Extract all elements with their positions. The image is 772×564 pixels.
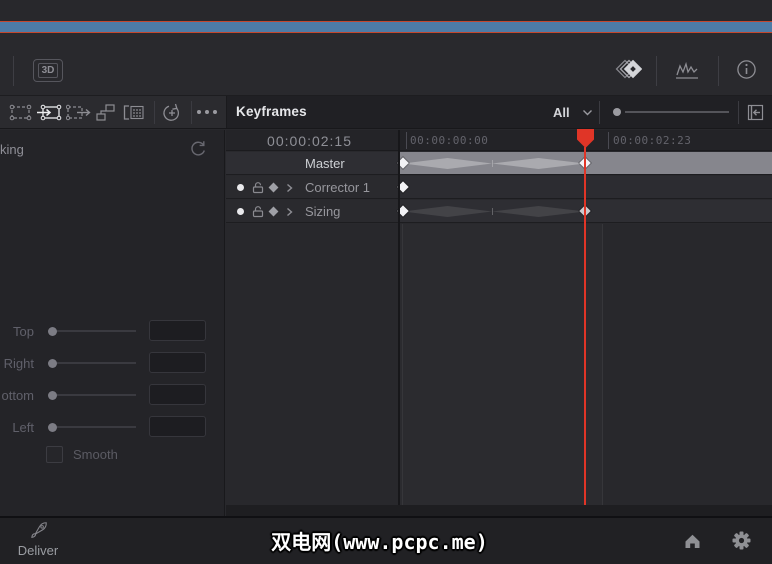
slider-label-bottom: ottom	[1, 388, 34, 403]
timecode-display: 00:00:02:15	[226, 130, 398, 151]
matte-window-tool[interactable]	[122, 104, 145, 121]
track-timeline-sizing[interactable]	[397, 200, 772, 223]
spindle-tick	[492, 208, 493, 215]
lock-icon[interactable]	[252, 181, 264, 194]
separator	[191, 101, 192, 124]
bottom-slider-track[interactable]	[57, 394, 136, 396]
tracking-params-panel: king Top Right ottom Left Smooth	[0, 130, 225, 516]
info-icon[interactable]	[736, 59, 757, 80]
track-name: Sizing	[305, 204, 341, 219]
track-enable-dot[interactable]	[237, 208, 244, 215]
track-timeline-corrector1[interactable]	[397, 176, 772, 199]
keyframe-diamond-icon[interactable]	[268, 206, 279, 217]
smooth-checkbox[interactable]	[46, 446, 63, 463]
ruler-label-start: 00:00:00:00	[410, 134, 489, 147]
deliver-label: Deliver	[17, 543, 59, 558]
window-arrow-out-tool[interactable]	[66, 104, 91, 121]
left-value-field[interactable]	[149, 416, 206, 437]
ruler-tick	[608, 132, 609, 149]
slider-label-left: Left	[12, 420, 34, 435]
curves-icon[interactable]	[674, 60, 701, 80]
track-header-sizing[interactable]: Sizing	[226, 200, 398, 223]
rocket-icon	[27, 520, 49, 541]
selected-clip-strip[interactable]	[0, 21, 772, 33]
separator	[599, 101, 600, 124]
top-slider-track[interactable]	[57, 330, 136, 332]
ruler-tick	[406, 132, 407, 149]
keyframe-filter-value[interactable]: All	[553, 105, 570, 120]
separator	[656, 56, 657, 86]
left-slider-knob[interactable]	[48, 423, 57, 432]
right-value-field[interactable]	[149, 352, 206, 373]
reset-add-icon[interactable]	[161, 102, 183, 124]
keyframes-panel: 00:00:02:15 00:00:00:00 00:00:02:23 Mast…	[226, 129, 772, 516]
right-slider-knob[interactable]	[48, 359, 57, 368]
deliver-page-button[interactable]: Deliver	[8, 520, 68, 562]
watermark-text: 双电网(www.pcpc.me)	[271, 530, 488, 554]
3d-tracker-button[interactable]: 3D	[33, 59, 63, 82]
slider-label-top: Top	[13, 324, 34, 339]
gear-icon[interactable]	[731, 530, 752, 551]
top-value-field[interactable]	[149, 320, 206, 341]
current-timecode: 00:00:02:15	[267, 133, 352, 149]
track-name: Corrector 1	[305, 180, 371, 195]
node-link-tool[interactable]	[95, 104, 117, 121]
track-header-master[interactable]: Master	[226, 152, 398, 175]
playhead-line[interactable]	[584, 147, 586, 505]
header-timeline-divider	[398, 130, 400, 505]
timeline-zoom-slider-knob[interactable]	[613, 108, 621, 116]
keyframes-panel-header: Keyframes All	[226, 96, 772, 128]
keyframe-diamond-icon[interactable]	[268, 182, 279, 193]
interpolation-spindle	[492, 158, 585, 169]
left-slider-track[interactable]	[57, 426, 136, 428]
lock-icon[interactable]	[252, 205, 264, 218]
right-slider-track[interactable]	[57, 362, 136, 364]
timeline-out-of-range-shade	[603, 224, 772, 505]
track-enable-dot[interactable]	[237, 184, 244, 191]
interpolation-spindle	[403, 206, 492, 217]
chevron-down-icon[interactable]	[582, 109, 593, 116]
top-slider-knob[interactable]	[48, 327, 57, 336]
separator	[154, 101, 155, 124]
page-navigation-bar: Deliver 双电网(www.pcpc.me)	[0, 516, 772, 564]
davinci-resolve-window: 3D Keyframes All king Top Right ottom Le…	[0, 0, 772, 564]
ruler-label-end: 00:00:02:23	[613, 134, 692, 147]
interpolation-spindle	[403, 158, 492, 169]
panel-header-text: king	[0, 142, 24, 157]
interpolation-spindle	[492, 206, 585, 217]
window-tools-bar: Keyframes All	[0, 96, 772, 129]
separator	[738, 101, 739, 124]
separator	[13, 56, 14, 86]
track-timeline-master[interactable]	[397, 152, 772, 175]
collapse-panel-left-icon[interactable]	[746, 103, 765, 122]
keyframes-title: Keyframes	[236, 104, 307, 119]
track-header-corrector1[interactable]: Corrector 1	[226, 176, 398, 199]
bottom-value-field[interactable]	[149, 384, 206, 405]
timeline-zoom-slider-track[interactable]	[625, 111, 729, 113]
marquee-window-tool[interactable]	[9, 104, 32, 121]
keyframes-stack-icon[interactable]	[610, 58, 642, 82]
chevron-right-icon[interactable]	[286, 207, 293, 217]
track-header-empty-area	[226, 224, 398, 505]
separator	[718, 56, 719, 86]
window-arrow-in-tool[interactable]	[37, 104, 62, 121]
spindle-tick	[492, 160, 493, 167]
3d-button-label: 3D	[37, 63, 59, 78]
timeline-scroll-gutter[interactable]	[226, 505, 772, 516]
bottom-slider-knob[interactable]	[48, 391, 57, 400]
track-name: Master	[305, 156, 345, 171]
reset-icon[interactable]	[188, 139, 208, 159]
more-dots-icon[interactable]	[197, 110, 221, 115]
viewer-toolbar: 3D	[0, 33, 772, 96]
timeline-gridline	[402, 224, 403, 505]
chevron-right-icon[interactable]	[286, 183, 293, 193]
slider-label-right: Right	[3, 356, 34, 371]
home-icon[interactable]	[683, 532, 702, 550]
smooth-checkbox-label: Smooth	[73, 447, 118, 462]
